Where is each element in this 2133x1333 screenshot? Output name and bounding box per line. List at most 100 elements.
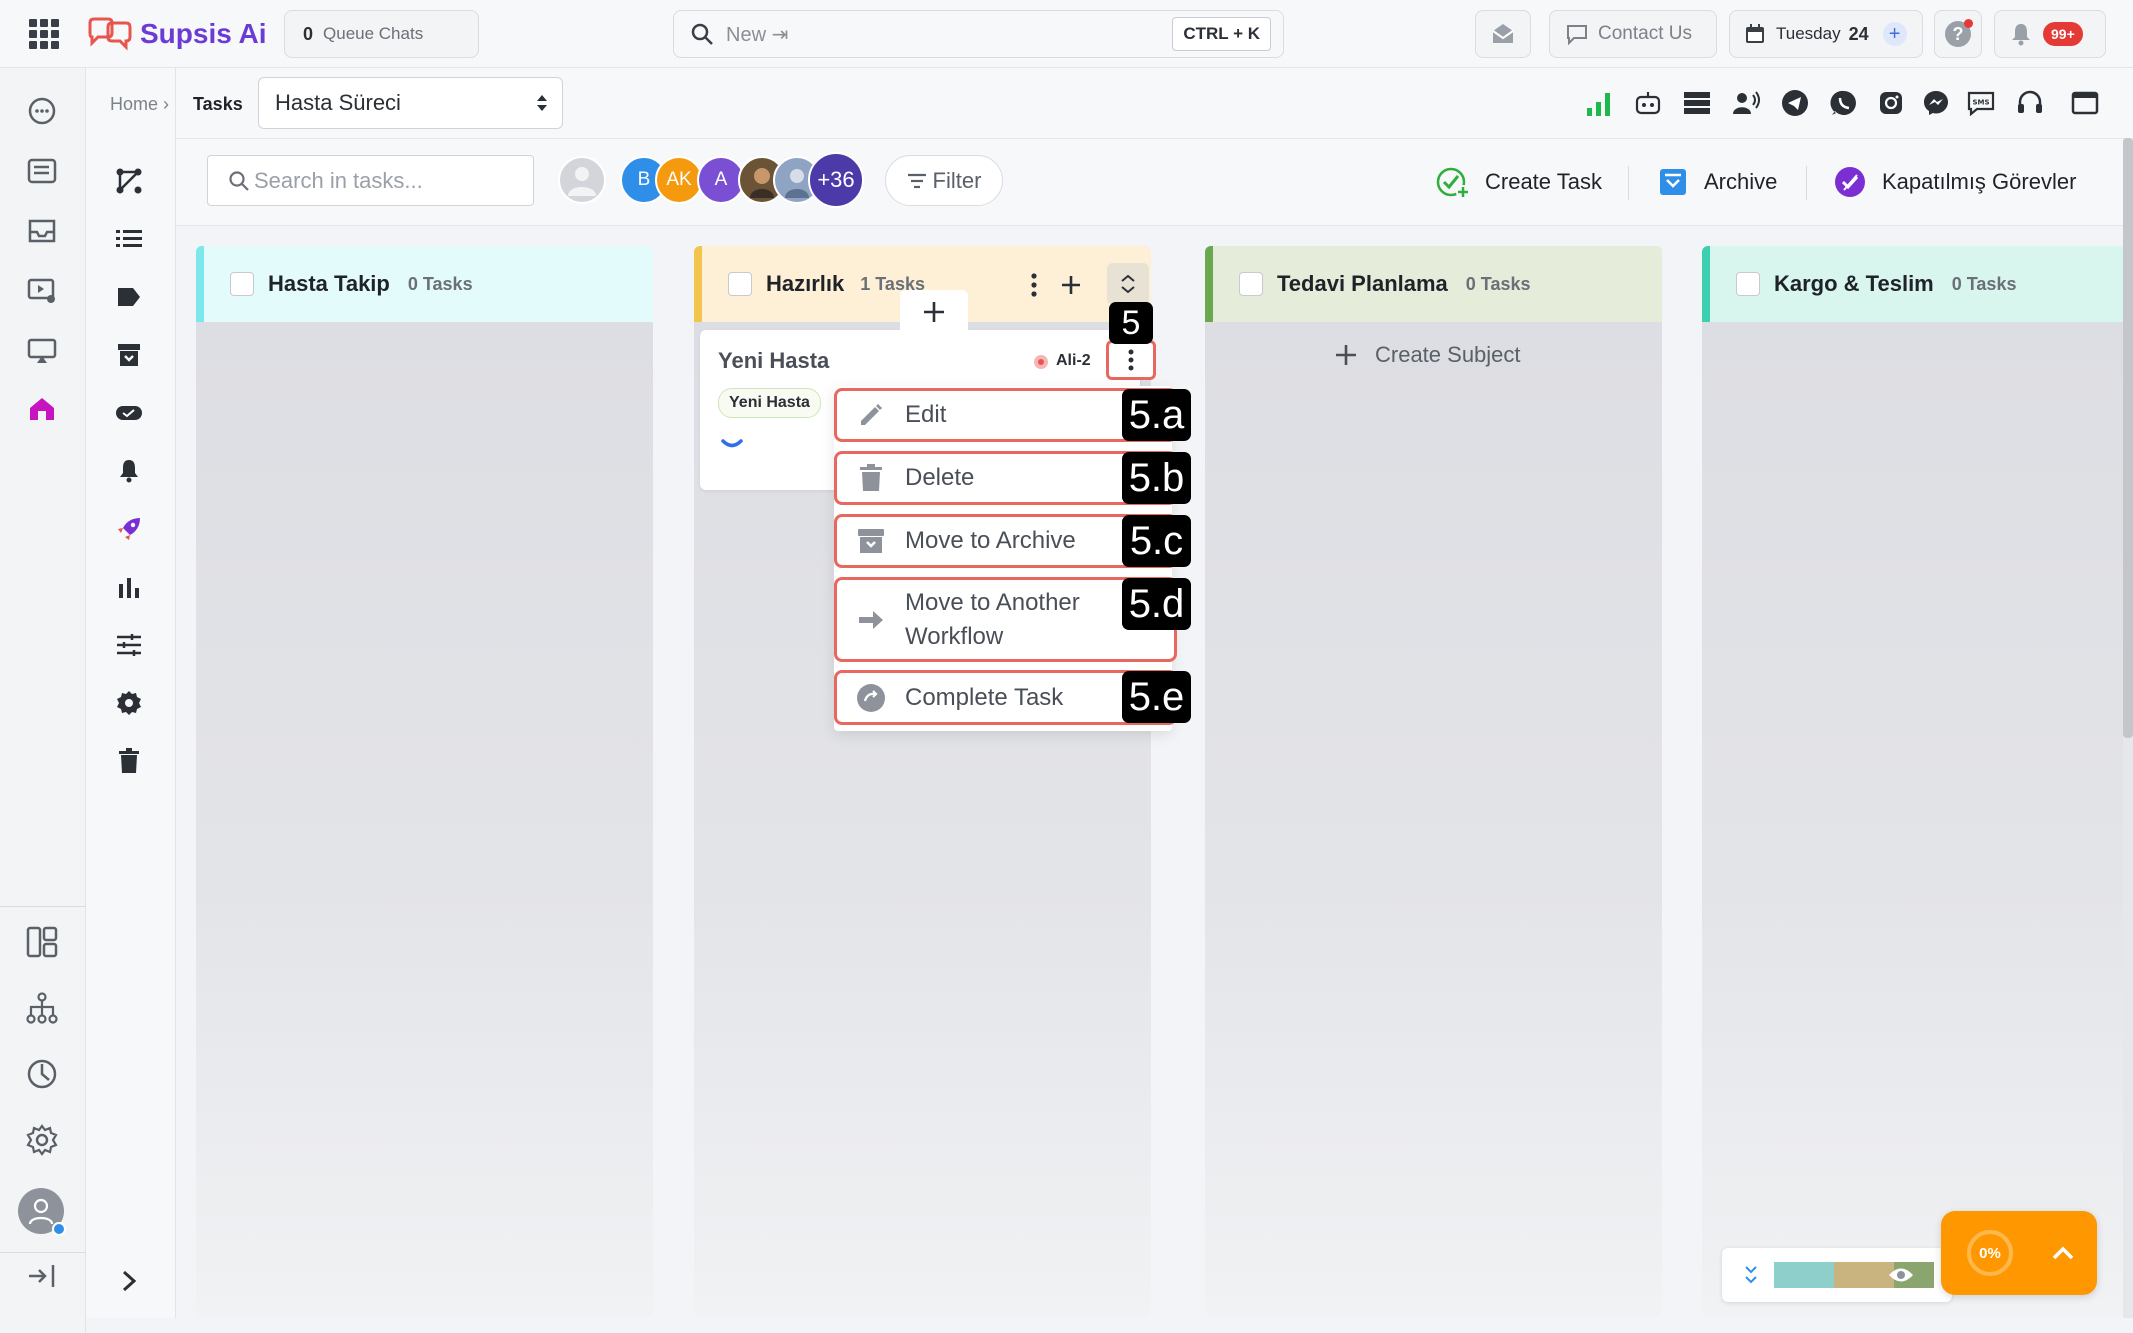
- task-title: Yeni Hasta: [718, 348, 830, 373]
- tag-icon[interactable]: [112, 280, 146, 314]
- sliders-icon[interactable]: [112, 628, 146, 662]
- search-icon: [690, 22, 714, 46]
- rail-divider-bottom: [0, 1252, 86, 1253]
- column-checkbox[interactable]: [230, 272, 254, 296]
- add-icon[interactable]: +: [1882, 22, 1907, 46]
- breadcrumb-home[interactable]: Home ›: [110, 94, 169, 115]
- arrow-right-icon: [855, 604, 887, 636]
- progress-widget[interactable]: 0%: [1941, 1211, 2097, 1295]
- chat-bubble-icon[interactable]: [22, 94, 62, 128]
- board-minimap[interactable]: [1722, 1248, 1952, 1302]
- task-search-input[interactable]: Search in tasks...: [254, 168, 423, 194]
- collapse-sidebar-icon[interactable]: [22, 1258, 62, 1294]
- collapse-minimap-icon[interactable]: [1744, 1265, 1758, 1285]
- rocket-icon[interactable]: [112, 512, 146, 546]
- toggle-icon[interactable]: [112, 396, 146, 430]
- column-checkbox[interactable]: [1239, 272, 1263, 296]
- closed-tasks-icon: [1834, 166, 1866, 198]
- layout-icon[interactable]: [22, 924, 62, 960]
- collapse-column-button[interactable]: [1107, 263, 1149, 305]
- reminder-bell-icon[interactable]: [112, 454, 146, 488]
- contact-us-button[interactable]: Contact Us: [1549, 10, 1717, 58]
- date-widget[interactable]: Tuesday 24 +: [1729, 10, 1923, 58]
- bar-chart-icon[interactable]: [112, 570, 146, 604]
- column-title: Hazırlık: [766, 271, 845, 296]
- trash-icon[interactable]: [112, 744, 146, 778]
- window-icon[interactable]: [2070, 88, 2100, 118]
- voice-user-icon[interactable]: [1731, 88, 1761, 118]
- task-search-icon: [228, 170, 250, 192]
- column-checkbox[interactable]: [728, 272, 752, 296]
- list-icon[interactable]: [112, 222, 146, 256]
- column-more-icon[interactable]: [1024, 270, 1044, 300]
- screen-share-icon[interactable]: [22, 334, 62, 368]
- edit-pencil-icon: [855, 399, 887, 431]
- eye-icon[interactable]: [1888, 1266, 1914, 1284]
- create-task-icon: [1435, 164, 1471, 200]
- notifications-button[interactable]: 99+: [1994, 10, 2106, 58]
- column-checkbox[interactable]: [1736, 272, 1760, 296]
- complete-circle-icon: [855, 682, 887, 714]
- create-subject-button[interactable]: Create Subject: [1333, 342, 1521, 368]
- archive-button[interactable]: Archive: [1658, 162, 1777, 202]
- menu-item-label: Delete: [905, 464, 975, 491]
- global-search-input[interactable]: New ⇥: [726, 22, 1172, 47]
- support-headset-icon[interactable]: [2015, 88, 2045, 118]
- hierarchy-icon[interactable]: [22, 990, 62, 1026]
- tasks-home-icon[interactable]: [22, 392, 62, 426]
- media-settings-icon[interactable]: [22, 274, 62, 308]
- annotation-badge: 5.b: [1122, 452, 1191, 504]
- server-icon[interactable]: [1682, 88, 1712, 118]
- sms-icon[interactable]: SMS: [1966, 88, 1996, 118]
- closed-tasks-button[interactable]: Kapatılmış Görevler: [1834, 162, 2076, 202]
- avatar[interactable]: AK: [655, 156, 703, 204]
- column-header: Tedavi Planlama 0 Tasks: [1205, 246, 1662, 322]
- vertical-scrollbar[interactable]: [2123, 138, 2133, 1318]
- workflow-select[interactable]: Hasta Süreci: [258, 77, 563, 129]
- filter-icon: [907, 173, 927, 189]
- apps-grid-icon[interactable]: [28, 18, 60, 50]
- bot-icon[interactable]: [1633, 88, 1663, 118]
- task-tag[interactable]: Yeni Hasta: [718, 388, 821, 418]
- task-menu-button[interactable]: [1106, 340, 1156, 380]
- assignee-icon: [1032, 353, 1050, 371]
- instagram-icon[interactable]: [1876, 88, 1906, 118]
- task-assignee: Ali-2: [1056, 352, 1091, 369]
- column-add-icon[interactable]: [1058, 270, 1084, 300]
- chevron-up-icon[interactable]: [2051, 1245, 2075, 1261]
- column-title: Hasta Takip: [268, 271, 390, 296]
- mail-icon[interactable]: [1475, 10, 1531, 58]
- gear-icon[interactable]: [112, 686, 146, 720]
- annotation-badge: 5.d: [1122, 578, 1191, 630]
- settings-gear-icon[interactable]: [22, 1122, 62, 1158]
- create-task-button[interactable]: Create Task: [1435, 162, 1602, 202]
- annotation-badge: 5.c: [1122, 515, 1191, 567]
- user-avatar[interactable]: [18, 1188, 66, 1236]
- signal-bars-icon[interactable]: [1584, 88, 1614, 118]
- help-icon[interactable]: ?: [1934, 10, 1982, 58]
- workflow-icon[interactable]: [112, 164, 146, 198]
- add-task-above-button[interactable]: [900, 290, 968, 334]
- task-search-field[interactable]: Search in tasks...: [207, 155, 534, 206]
- telegram-icon[interactable]: [1780, 88, 1810, 118]
- archive-box-icon[interactable]: [112, 338, 146, 372]
- delete-trash-icon: [855, 462, 887, 494]
- column-title: Kargo & Teslim: [1774, 271, 1934, 296]
- global-search[interactable]: New ⇥ CTRL + K: [673, 10, 1284, 58]
- expand-card-icon[interactable]: [720, 438, 744, 452]
- inbox-icon[interactable]: [22, 214, 62, 248]
- more-members-badge[interactable]: +36: [808, 152, 864, 208]
- expand-chevron-icon[interactable]: [114, 1266, 144, 1296]
- shortcut-hint: CTRL + K: [1172, 17, 1271, 51]
- calendar-icon: [1744, 23, 1766, 45]
- closed-tasks-label: Kapatılmış Görevler: [1882, 169, 2077, 194]
- queue-chats-button[interactable]: 0 Queue Chats: [284, 10, 479, 58]
- app-logo[interactable]: Supsis Ai: [86, 14, 267, 54]
- contacts-card-icon[interactable]: [22, 154, 62, 188]
- messenger-icon[interactable]: [1921, 88, 1951, 118]
- whatsapp-icon[interactable]: [1829, 88, 1859, 118]
- avatar-placeholder[interactable]: [558, 156, 606, 204]
- filter-button[interactable]: Filter: [885, 155, 1003, 206]
- clock-chart-icon[interactable]: [22, 1056, 62, 1092]
- archive-icon: [1658, 167, 1688, 197]
